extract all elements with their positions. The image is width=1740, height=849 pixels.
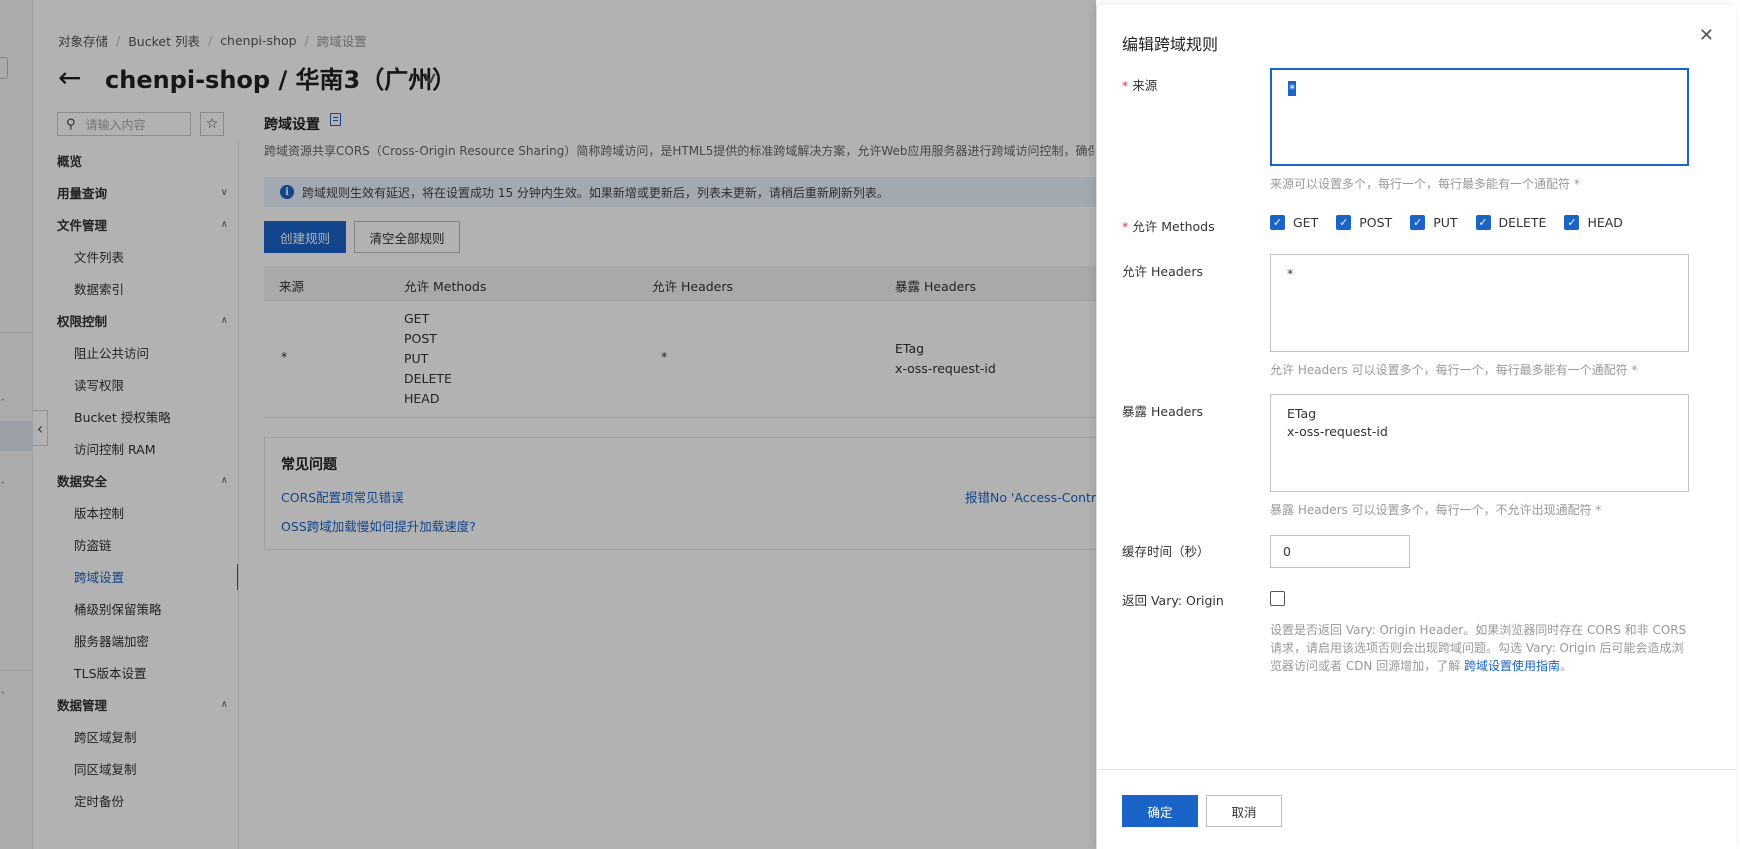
method-label: HEAD — [1587, 215, 1623, 230]
origin-value: * — [1288, 81, 1297, 96]
expose-headers-textarea[interactable]: ETag x-oss-request-id — [1270, 394, 1689, 492]
vary-origin-hint: 设置是否返回 Vary: Origin Header。如果浏览器同时存在 COR… — [1270, 623, 1687, 673]
origin-hint: 来源可以设置多个，每行一个，每行最多能有一个通配符 * — [1270, 177, 1580, 191]
allow-headers-hint: 允许 Headers 可以设置多个，每行一个，每行最多能有一个通配符 * — [1270, 363, 1638, 377]
expose-headers-label: 暴露 Headers — [1122, 404, 1203, 419]
method-label: POST — [1359, 215, 1393, 230]
confirm-button[interactable]: 确定 — [1122, 795, 1198, 827]
checkmark-icon: ✓ — [1270, 215, 1285, 230]
vary-origin-label: 返回 Vary: Origin — [1122, 593, 1224, 608]
edit-cors-rule-drawer: 编辑跨域规则 ✕ * 来源 * 来源可以设置多个，每行一个，每行最多能有一个通配符… — [1096, 5, 1736, 849]
drawer-title: 编辑跨域规则 — [1122, 35, 1219, 54]
checkmark-icon: ✓ — [1564, 215, 1580, 230]
cache-time-label: 缓存时间（秒） — [1122, 544, 1210, 559]
method-checkbox[interactable]: ✓ GET — [1270, 215, 1318, 230]
cancel-button[interactable]: 取消 — [1206, 795, 1282, 827]
modal-overlay[interactable] — [0, 0, 1096, 849]
allow-headers-textarea[interactable]: * — [1270, 254, 1689, 352]
cors-guide-link[interactable]: 跨域设置使用指南 — [1464, 659, 1560, 673]
method-label: DELETE — [1498, 215, 1547, 230]
cache-time-input[interactable]: 0 — [1270, 535, 1410, 568]
checkmark-icon: ✓ — [1475, 215, 1491, 230]
method-checkbox[interactable]: ✓ PUT — [1410, 215, 1458, 230]
method-checkbox[interactable]: ✓ HEAD — [1564, 215, 1623, 230]
method-checkbox[interactable]: ✓ DELETE — [1475, 215, 1547, 230]
method-label: PUT — [1433, 215, 1458, 230]
method-label: GET — [1293, 215, 1319, 230]
methods-label: * 允许 Methods — [1122, 219, 1215, 234]
method-checkbox[interactable]: ✓ POST — [1336, 215, 1392, 230]
methods-checkbox-group: ✓ GET ✓ POST ✓ PUT ✓ DELETE ✓ HEAD — [1270, 215, 1641, 230]
drawer-footer-divider — [1097, 769, 1736, 770]
origin-label: * 来源 — [1122, 78, 1158, 93]
checkmark-icon: ✓ — [1410, 215, 1426, 230]
checkmark-icon: ✓ — [1336, 215, 1352, 230]
close-icon[interactable]: ✕ — [1699, 25, 1714, 46]
origin-textarea[interactable]: * — [1270, 68, 1689, 166]
vary-origin-checkbox[interactable] — [1270, 591, 1285, 606]
allow-headers-label: 允许 Headers — [1122, 264, 1203, 279]
expose-headers-hint: 暴露 Headers 可以设置多个，每行一个，不允许出现通配符 * — [1270, 503, 1602, 517]
